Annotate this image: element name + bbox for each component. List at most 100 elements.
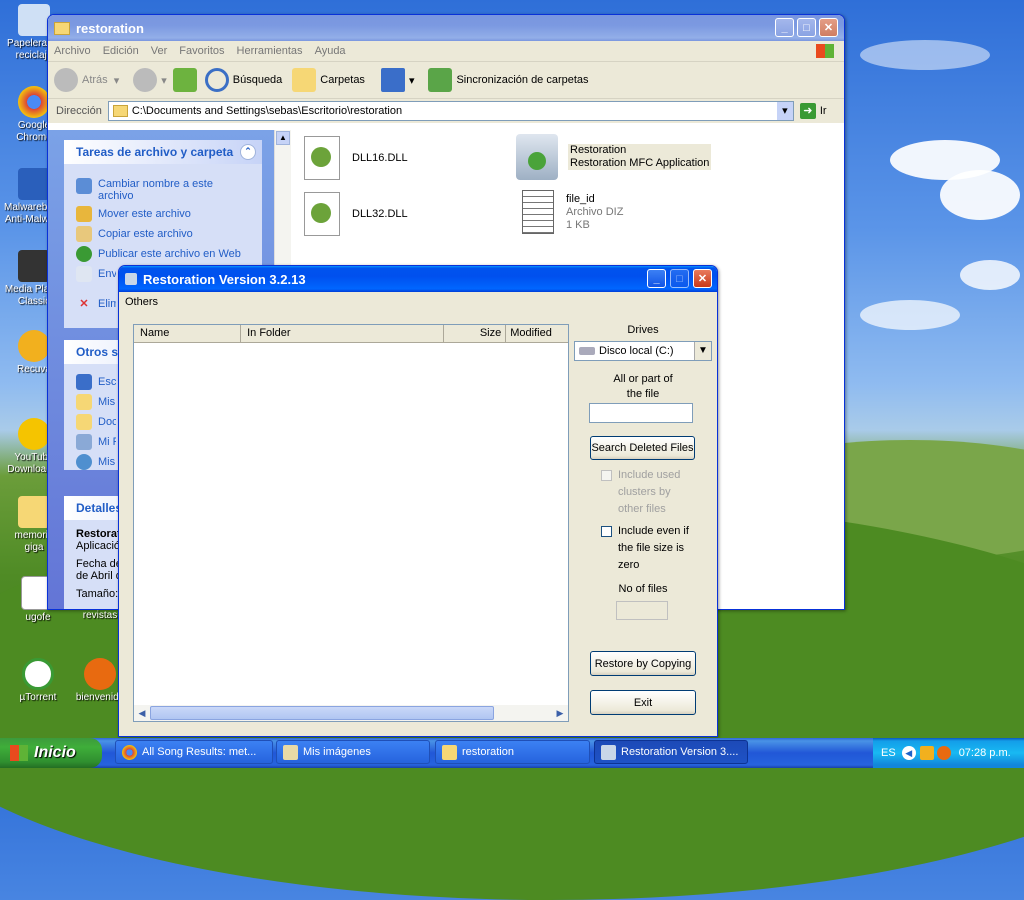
place-network[interactable]: Mis sitios de red — [76, 454, 116, 470]
dll-file-icon — [304, 136, 340, 180]
restoration-menubar: Others — [119, 292, 717, 312]
details-date-value: de Abril de — [76, 570, 120, 582]
column-modified[interactable]: Modified — [506, 325, 568, 342]
forward-button[interactable]: ▾ — [133, 68, 167, 92]
windows-logo-icon — [816, 44, 834, 58]
details-type: Aplicación — [76, 540, 120, 552]
recycle-app-icon — [516, 134, 558, 180]
close-button[interactable]: ✕ — [819, 18, 838, 37]
address-input[interactable]: C:\Documents and Settings\sebas\Escritor… — [107, 101, 794, 121]
folders-button[interactable]: Carpetas — [292, 68, 365, 92]
maximize-button[interactable]: □ — [797, 18, 816, 37]
scroll-left-button[interactable]: ◀ — [134, 705, 150, 721]
desktop-icon-utorrent[interactable]: µTorrent — [8, 658, 68, 704]
text-file-icon — [522, 190, 554, 234]
scroll-up-button[interactable]: ▲ — [276, 131, 290, 145]
go-button[interactable]: ➜ Ir — [799, 103, 827, 119]
views-button[interactable]: ▾ — [380, 68, 414, 92]
task-rename[interactable]: Cambiar nombre a este archivo — [76, 178, 226, 202]
malwarebytes-icon — [18, 168, 50, 200]
computer-icon — [76, 434, 92, 450]
tray-expand-icon[interactable]: ◀ — [901, 746, 916, 760]
language-indicator[interactable]: ES — [881, 747, 896, 759]
task-email[interactable]: Enviar este archivo por correo electróni… — [76, 266, 116, 282]
up-folder-button[interactable] — [172, 68, 201, 92]
collapse-icon[interactable]: ⌃ — [240, 144, 256, 160]
chevron-down-icon[interactable]: ▼ — [694, 342, 711, 360]
file-name-label: All or part of the file — [613, 373, 673, 400]
chrome-icon — [122, 745, 137, 760]
include-used-checkbox-row[interactable]: Include used clusters by other files — [601, 467, 680, 518]
file-tasks-header[interactable]: Tareas de archivo y carpeta ⌃ — [64, 140, 262, 164]
file-item-selected[interactable]: Restoration Restoration MFC Application — [516, 134, 712, 180]
restore-by-copying-button[interactable]: Restore by Copying — [590, 651, 696, 676]
file-item[interactable]: file_id Archivo DIZ 1 KB — [522, 190, 623, 234]
start-button[interactable]: Inicio — [0, 738, 102, 768]
youtube-downloader-icon — [18, 418, 50, 450]
image-viewer-icon — [283, 745, 298, 760]
task-restoration-folder[interactable]: restoration — [435, 740, 590, 764]
views-icon — [380, 68, 405, 92]
file-item[interactable]: DLL16.DLL — [304, 136, 408, 180]
file-item[interactable]: DLL32.DLL — [304, 192, 408, 236]
back-button[interactable]: Atrás ▾ — [54, 68, 119, 92]
menu-herramientas[interactable]: Herramientas — [231, 45, 309, 57]
place-shared[interactable]: Documentos compartidos — [76, 414, 116, 430]
minimize-button[interactable]: _ — [647, 269, 666, 288]
scroll-right-button[interactable]: ▶ — [552, 705, 568, 721]
task-publish[interactable]: Publicar este archivo en Web — [76, 246, 241, 262]
address-dropdown-button[interactable]: ▾ — [776, 102, 793, 120]
search-deleted-files-button[interactable]: Search Deleted Files — [590, 436, 695, 460]
folder-icon — [112, 105, 128, 117]
close-button[interactable]: ✕ — [693, 269, 712, 288]
task-delete[interactable]: ✕ Eliminar este archivo — [76, 296, 116, 312]
chrome-icon — [18, 86, 50, 118]
details-name: Restoration — [76, 528, 120, 540]
menu-others[interactable]: Others — [119, 296, 164, 308]
column-folder[interactable]: In Folder — [241, 325, 444, 342]
menu-ver[interactable]: Ver — [145, 45, 174, 57]
sync-button[interactable]: Sincronización de carpetas — [428, 68, 589, 92]
menu-edicion[interactable]: Edición — [97, 45, 145, 57]
explorer-toolbar: Atrás ▾ ▾ Búsqueda Carpetas ▾ Sincroniza… — [48, 62, 844, 99]
search-button[interactable]: Búsqueda — [204, 68, 282, 92]
file-name-input[interactable] — [589, 403, 693, 423]
folder-icon — [54, 21, 70, 35]
maximize-button[interactable]: □ — [670, 269, 689, 288]
include-zero-checkbox[interactable] — [601, 526, 612, 537]
task-move[interactable]: Mover este archivo — [76, 206, 191, 222]
drive-select[interactable]: Disco local (C:) ▼ — [574, 341, 712, 361]
task-copy[interactable]: Copiar este archivo — [76, 226, 193, 242]
recuva-icon — [18, 330, 50, 362]
column-size[interactable]: Size — [444, 325, 507, 342]
place-documents[interactable]: Mis documentos — [76, 394, 116, 410]
app-icon — [84, 658, 116, 690]
include-zero-checkbox-row[interactable]: Include even if the file size is zero — [601, 523, 689, 574]
place-desktop[interactable]: Escritorio — [76, 374, 116, 390]
exit-button[interactable]: Exit — [590, 690, 696, 715]
column-name[interactable]: Name — [134, 325, 242, 342]
scroll-thumb[interactable] — [150, 706, 494, 720]
results-list[interactable]: Name In Folder Size Modified ◀ ▶ — [133, 324, 569, 722]
drives-label: Drives — [627, 324, 659, 336]
horizontal-scrollbar[interactable]: ◀ ▶ — [134, 705, 568, 721]
minimize-button[interactable]: _ — [775, 18, 794, 37]
move-icon — [76, 206, 92, 222]
folder-icon — [18, 496, 50, 528]
tray-browser-icon[interactable] — [936, 746, 951, 760]
menu-archivo[interactable]: Archivo — [48, 45, 97, 57]
task-mis-imagenes[interactable]: Mis imágenes — [276, 740, 430, 764]
hard-drive-icon — [579, 347, 595, 355]
tray-app-icon[interactable] — [919, 746, 934, 760]
task-restoration-app[interactable]: Restoration Version 3.... — [594, 740, 748, 764]
restoration-titlebar[interactable]: Restoration Version 3.2.13 _ □ ✕ — [119, 266, 717, 292]
menu-favoritos[interactable]: Favoritos — [173, 45, 230, 57]
address-label: Dirección — [56, 105, 102, 117]
task-chrome[interactable]: All Song Results: met... — [115, 740, 273, 764]
include-used-checkbox[interactable] — [601, 470, 612, 481]
explorer-title: restoration — [76, 20, 144, 36]
menu-ayuda[interactable]: Ayuda — [309, 45, 352, 57]
explorer-titlebar[interactable]: restoration _ □ ✕ — [48, 15, 844, 41]
place-my-pc[interactable]: Mi PC — [76, 434, 116, 450]
forward-arrow-icon — [133, 68, 158, 92]
